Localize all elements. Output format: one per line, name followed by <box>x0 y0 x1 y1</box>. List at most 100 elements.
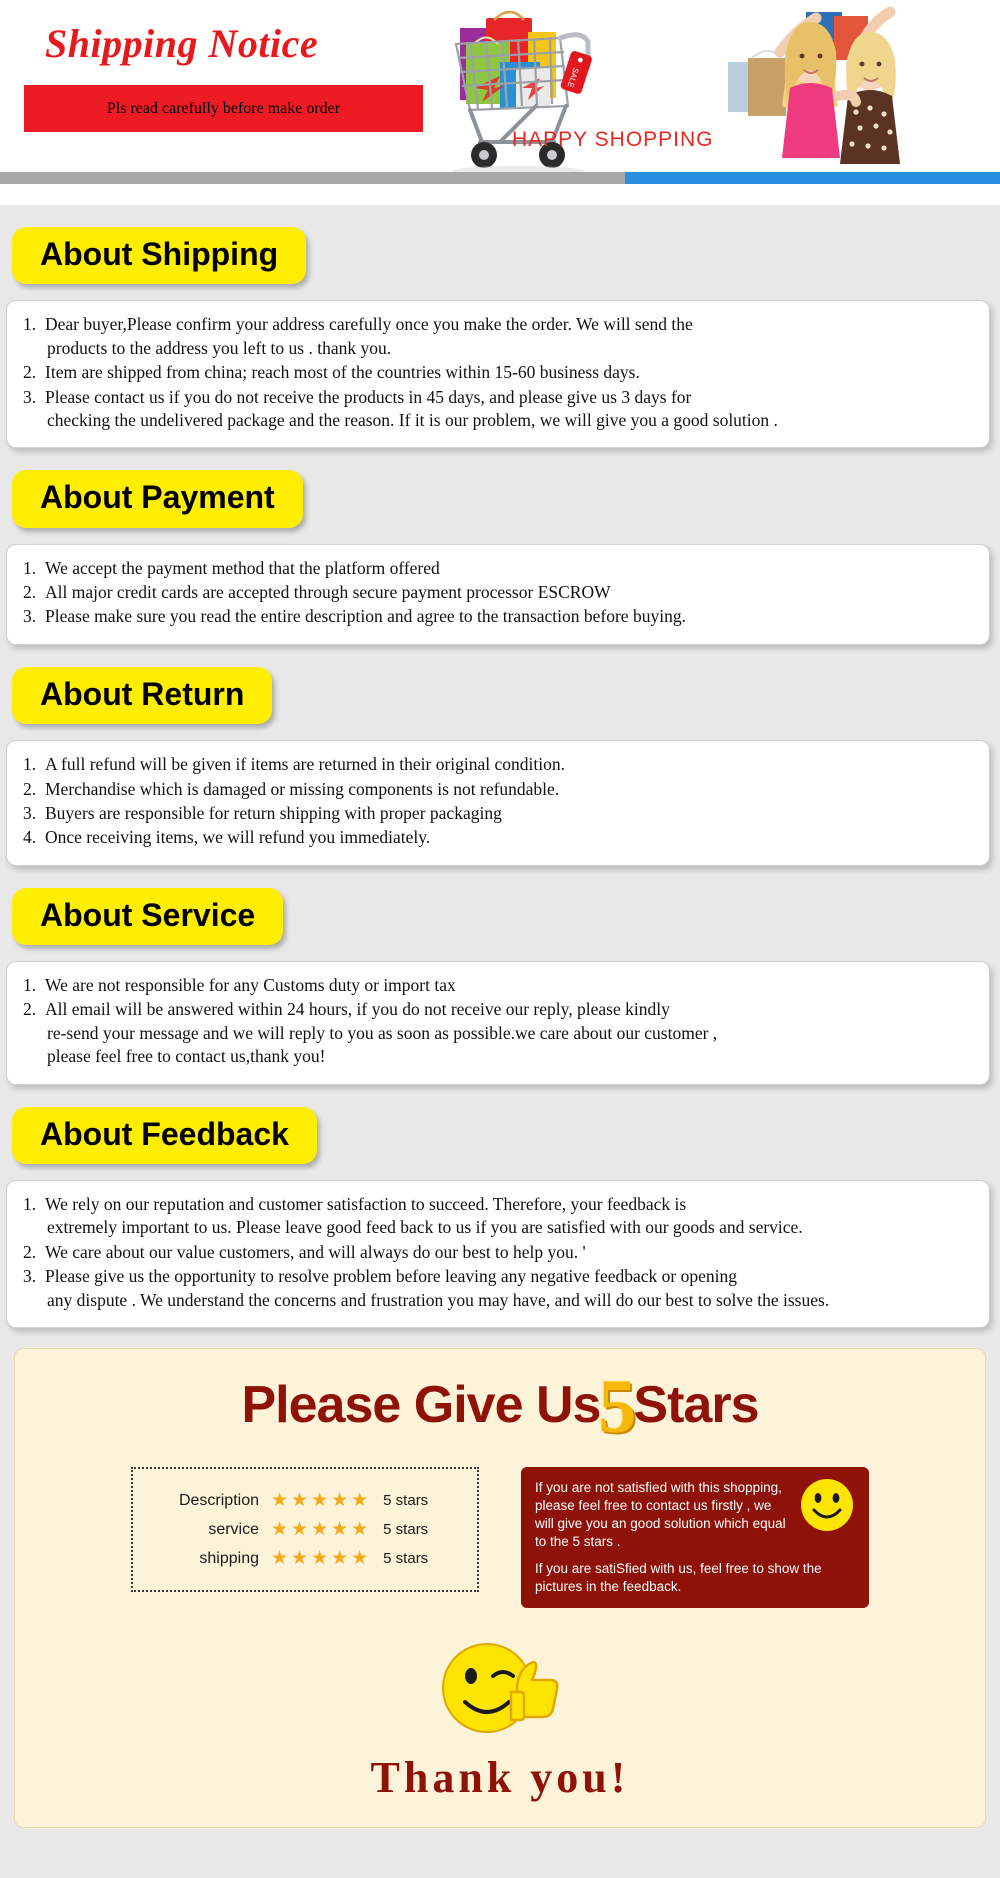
list-item: 3. Please contact us if you do not receiv… <box>23 386 973 433</box>
item-line: Dear buyer,Please confirm your address c… <box>45 314 693 335</box>
read-carefully-banner: Pls read carefully before make order <box>24 85 423 132</box>
card-payment: 1. We accept the payment method that the … <box>6 543 990 645</box>
badge-wrap-service: About Service <box>0 866 1000 961</box>
item-line: Merchandise which is damaged or missing … <box>45 778 560 799</box>
list-service: 1. We are not responsible for any Customs… <box>23 974 973 1069</box>
item-line: A full refund will be given if items are… <box>45 754 566 775</box>
thank-you-art: Thank you! <box>15 1630 985 1803</box>
shoppers-photo-illustration <box>710 0 940 175</box>
list-item: 2. All email will be answered within 24 h… <box>23 998 973 1068</box>
item-line: products to the address you left to us .… <box>47 337 392 358</box>
item-number: 1. <box>23 1193 37 1214</box>
happy-shopping-text: HAPPY SHOPPING <box>512 128 714 151</box>
section-payment: About Payment 1. We accept the payment me… <box>0 448 1000 645</box>
give-us-five-stars-headline: Please Give Us5Stars <box>15 1369 985 1445</box>
list-item: 2. We care about our value customers, and… <box>23 1241 973 1264</box>
item-number: 1. <box>23 557 37 578</box>
item-line: please feel free to contact us,thank you… <box>47 1046 326 1067</box>
item-number: 1. <box>23 754 37 775</box>
page-title: Shipping Notice <box>45 21 319 66</box>
ratings-box: Description ★★★★★ 5 stars service ★★★★★ … <box>131 1467 479 1593</box>
stars-icon: ★★★★★ <box>271 1548 372 1570</box>
item-line: Buyers are responsible for return shippi… <box>45 802 502 823</box>
page-header: Shipping Notice Pls read carefully befor… <box>0 0 1000 205</box>
list-item: 4. Once receiving items, we will refund y… <box>23 826 973 849</box>
heading-about-shipping: About Shipping <box>12 227 307 285</box>
item-number: 2. <box>23 778 37 799</box>
item-number: 2. <box>23 582 37 602</box>
list-payment: 1. We accept the payment method that the … <box>23 557 973 629</box>
badge-wrap-feedback: About Feedback <box>0 1085 1000 1180</box>
section-feedback: About Feedback 1. We rely on our reputati… <box>0 1085 1000 1329</box>
strip-blue <box>625 172 1000 184</box>
list-feedback: 1. We rely on our reputation and customer… <box>23 1193 973 1312</box>
badge-wrap-return: About Return <box>0 645 1000 740</box>
item-number: 2. <box>23 1241 37 1262</box>
headline-number-five: 5 <box>598 1365 636 1450</box>
item-line: We rely on our reputation and customer s… <box>45 1193 687 1214</box>
list-item: 3. Please give us the opportunity to reso… <box>23 1265 973 1312</box>
item-number: 3. <box>23 802 37 823</box>
list-item: 1. A full refund will be given if items a… <box>23 753 973 776</box>
item-number: 3. <box>23 386 37 407</box>
list-shipping: 1. Dear buyer,Please confirm your address… <box>23 313 973 432</box>
item-number: 3. <box>23 606 37 627</box>
promise-text-1: If you are not satisfied with this shopp… <box>535 1480 786 1549</box>
list-item: 1. We are not responsible for any Customs… <box>23 974 973 997</box>
rating-label: shipping <box>199 1549 259 1567</box>
rating-value: 5 stars <box>383 1550 429 1568</box>
item-number: 2. <box>23 362 37 383</box>
rating-value: 5 stars <box>383 1492 429 1510</box>
thank-you-text: Thank you! <box>370 1753 630 1802</box>
headline-after: Stars <box>633 1376 759 1435</box>
card-shipping: 1. Dear buyer,Please confirm your address… <box>6 300 990 449</box>
card-feedback: 1. We rely on our reputation and customer… <box>6 1179 990 1329</box>
item-line: checking the undelivered package and the… <box>47 409 778 430</box>
list-item: 2. Merchandise which is damaged or missin… <box>23 778 973 801</box>
list-item: 2. All major credit cards are accepted th… <box>23 581 973 604</box>
item-line: re-send your message and we will reply t… <box>47 1022 718 1043</box>
item-line: We accept the payment method that the pl… <box>45 557 440 578</box>
stars-icon: ★★★★★ <box>271 1519 372 1541</box>
item-line: Item are shipped from china; reach most … <box>45 362 640 383</box>
rating-label: service <box>208 1520 259 1538</box>
list-item: 2. Item are shipped from china; reach mos… <box>23 361 973 384</box>
section-service: About Service 1. We are not responsible f… <box>0 866 1000 1085</box>
list-item: 3. Buyers are responsible for return ship… <box>23 802 973 825</box>
banner-text: Pls read carefully before make order <box>106 99 341 117</box>
header-color-strip <box>0 172 1000 184</box>
item-number: 1. <box>23 314 37 335</box>
list-item: 1. We rely on our reputation and customer… <box>23 1193 973 1240</box>
item-line: All email will be answered within 24 hou… <box>45 999 670 1020</box>
heading-about-payment: About Payment <box>12 470 303 528</box>
rating-row-description: Description ★★★★★ 5 stars <box>151 1489 459 1512</box>
item-line: Please contact us if you do not receive … <box>45 386 692 407</box>
item-line: We care about our value customers, and w… <box>45 1241 586 1262</box>
sections-container: About Shipping 1. Dear buyer,Please confi… <box>0 205 1000 1329</box>
satisfaction-promise-box: If you are not satisfied with this shopp… <box>521 1467 869 1608</box>
list-return: 1. A full refund will be given if items a… <box>23 753 973 850</box>
item-line: extremely important to us. Please leave … <box>47 1217 803 1238</box>
card-service: 1. We are not responsible for any Customs… <box>6 961 990 1085</box>
badge-wrap-payment: About Payment <box>0 448 1000 543</box>
ratings-and-promise-row: Description ★★★★★ 5 stars service ★★★★★ … <box>15 1467 985 1608</box>
stars-icon: ★★★★★ <box>271 1490 372 1512</box>
item-number: 1. <box>23 975 37 995</box>
rating-row-shipping: shipping ★★★★★ 5 stars <box>151 1547 459 1570</box>
card-return: 1. A full refund will be given if items a… <box>6 740 990 866</box>
heading-about-service: About Service <box>12 887 284 945</box>
five-stars-panel: Please Give Us5Stars Description ★★★★★ 5… <box>14 1348 986 1828</box>
item-line: Once receiving items, we will refund you… <box>45 827 431 848</box>
item-number: 2. <box>23 999 37 1020</box>
item-line: Please give us the opportunity to resolv… <box>45 1266 738 1287</box>
list-item: 1. We accept the payment method that the … <box>23 557 973 580</box>
heading-about-return: About Return <box>12 666 273 725</box>
strip-grey <box>0 172 625 184</box>
list-item: 1. Dear buyer,Please confirm your address… <box>23 313 973 360</box>
section-return: About Return 1. A full refund will be giv… <box>0 645 1000 866</box>
winking-thumbs-up-emoji-icon <box>442 1643 559 1733</box>
item-number: 3. <box>23 1266 37 1287</box>
badge-wrap-shipping: About Shipping <box>0 205 1000 300</box>
headline-before: Please Give Us <box>241 1376 602 1435</box>
item-number: 4. <box>23 827 37 848</box>
